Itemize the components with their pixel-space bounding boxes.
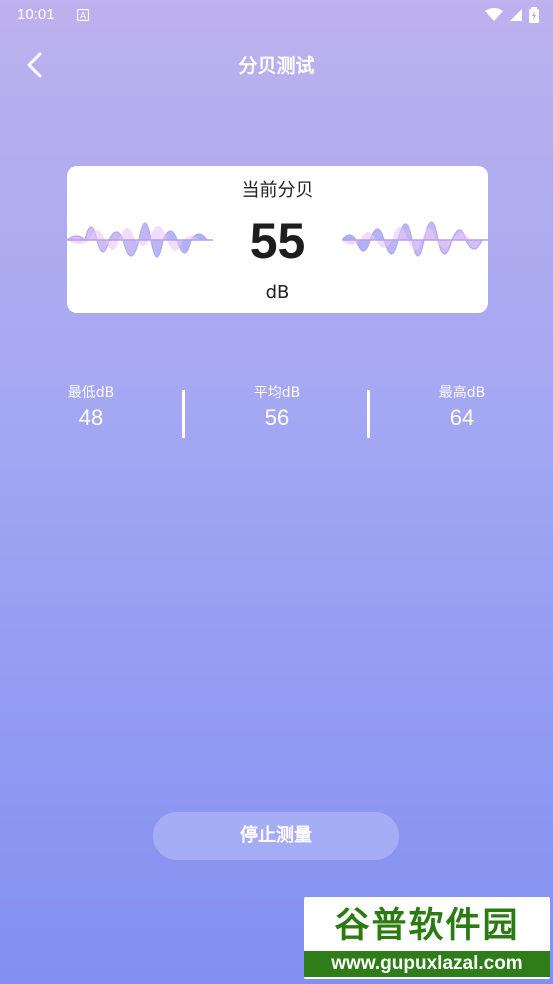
stats-row: 最低dB 48 平均dB 56 最高dB 64 [0, 382, 553, 442]
watermark-logo-text: 谷普软件园 [334, 906, 520, 946]
signal-icon [510, 9, 522, 21]
min-db-stat: 最低dB 48 [16, 382, 166, 431]
max-db-value: 64 [449, 405, 475, 430]
min-db-label: 最低dB [67, 385, 115, 401]
status-bar: 10:01 A [0, 0, 553, 32]
status-time: 10:01 [17, 6, 55, 23]
wifi-icon [485, 8, 503, 21]
page-title: 分贝测试 [238, 55, 315, 77]
stats-divider [182, 390, 185, 438]
avg-db-label: 平均dB [253, 385, 301, 401]
min-db-value: 48 [78, 405, 104, 430]
notification-icon: A [77, 9, 89, 21]
app-header: 分贝测试 [0, 40, 553, 88]
watermark-logo: 谷普软件园 www.gupuxlazal.com [304, 897, 550, 979]
stop-measurement-button[interactable]: 停止测量 [153, 812, 399, 860]
battery-icon [529, 7, 539, 23]
decibel-meter-card: 当前分贝 55 dB [67, 166, 488, 313]
system-icons [485, 7, 539, 23]
current-db-label: 当前分贝 [241, 180, 314, 201]
avg-db-value: 56 [264, 405, 290, 430]
max-db-label: 最高dB [438, 385, 486, 401]
db-unit-label: dB [265, 282, 290, 303]
watermark-url: www.gupuxlazal.com [304, 951, 550, 977]
svg-text:A: A [80, 11, 86, 21]
stats-divider [367, 390, 370, 438]
max-db-stat: 最高dB 64 [387, 382, 537, 431]
avg-db-stat: 平均dB 56 [202, 382, 352, 431]
current-db-value: 55 [249, 213, 306, 269]
